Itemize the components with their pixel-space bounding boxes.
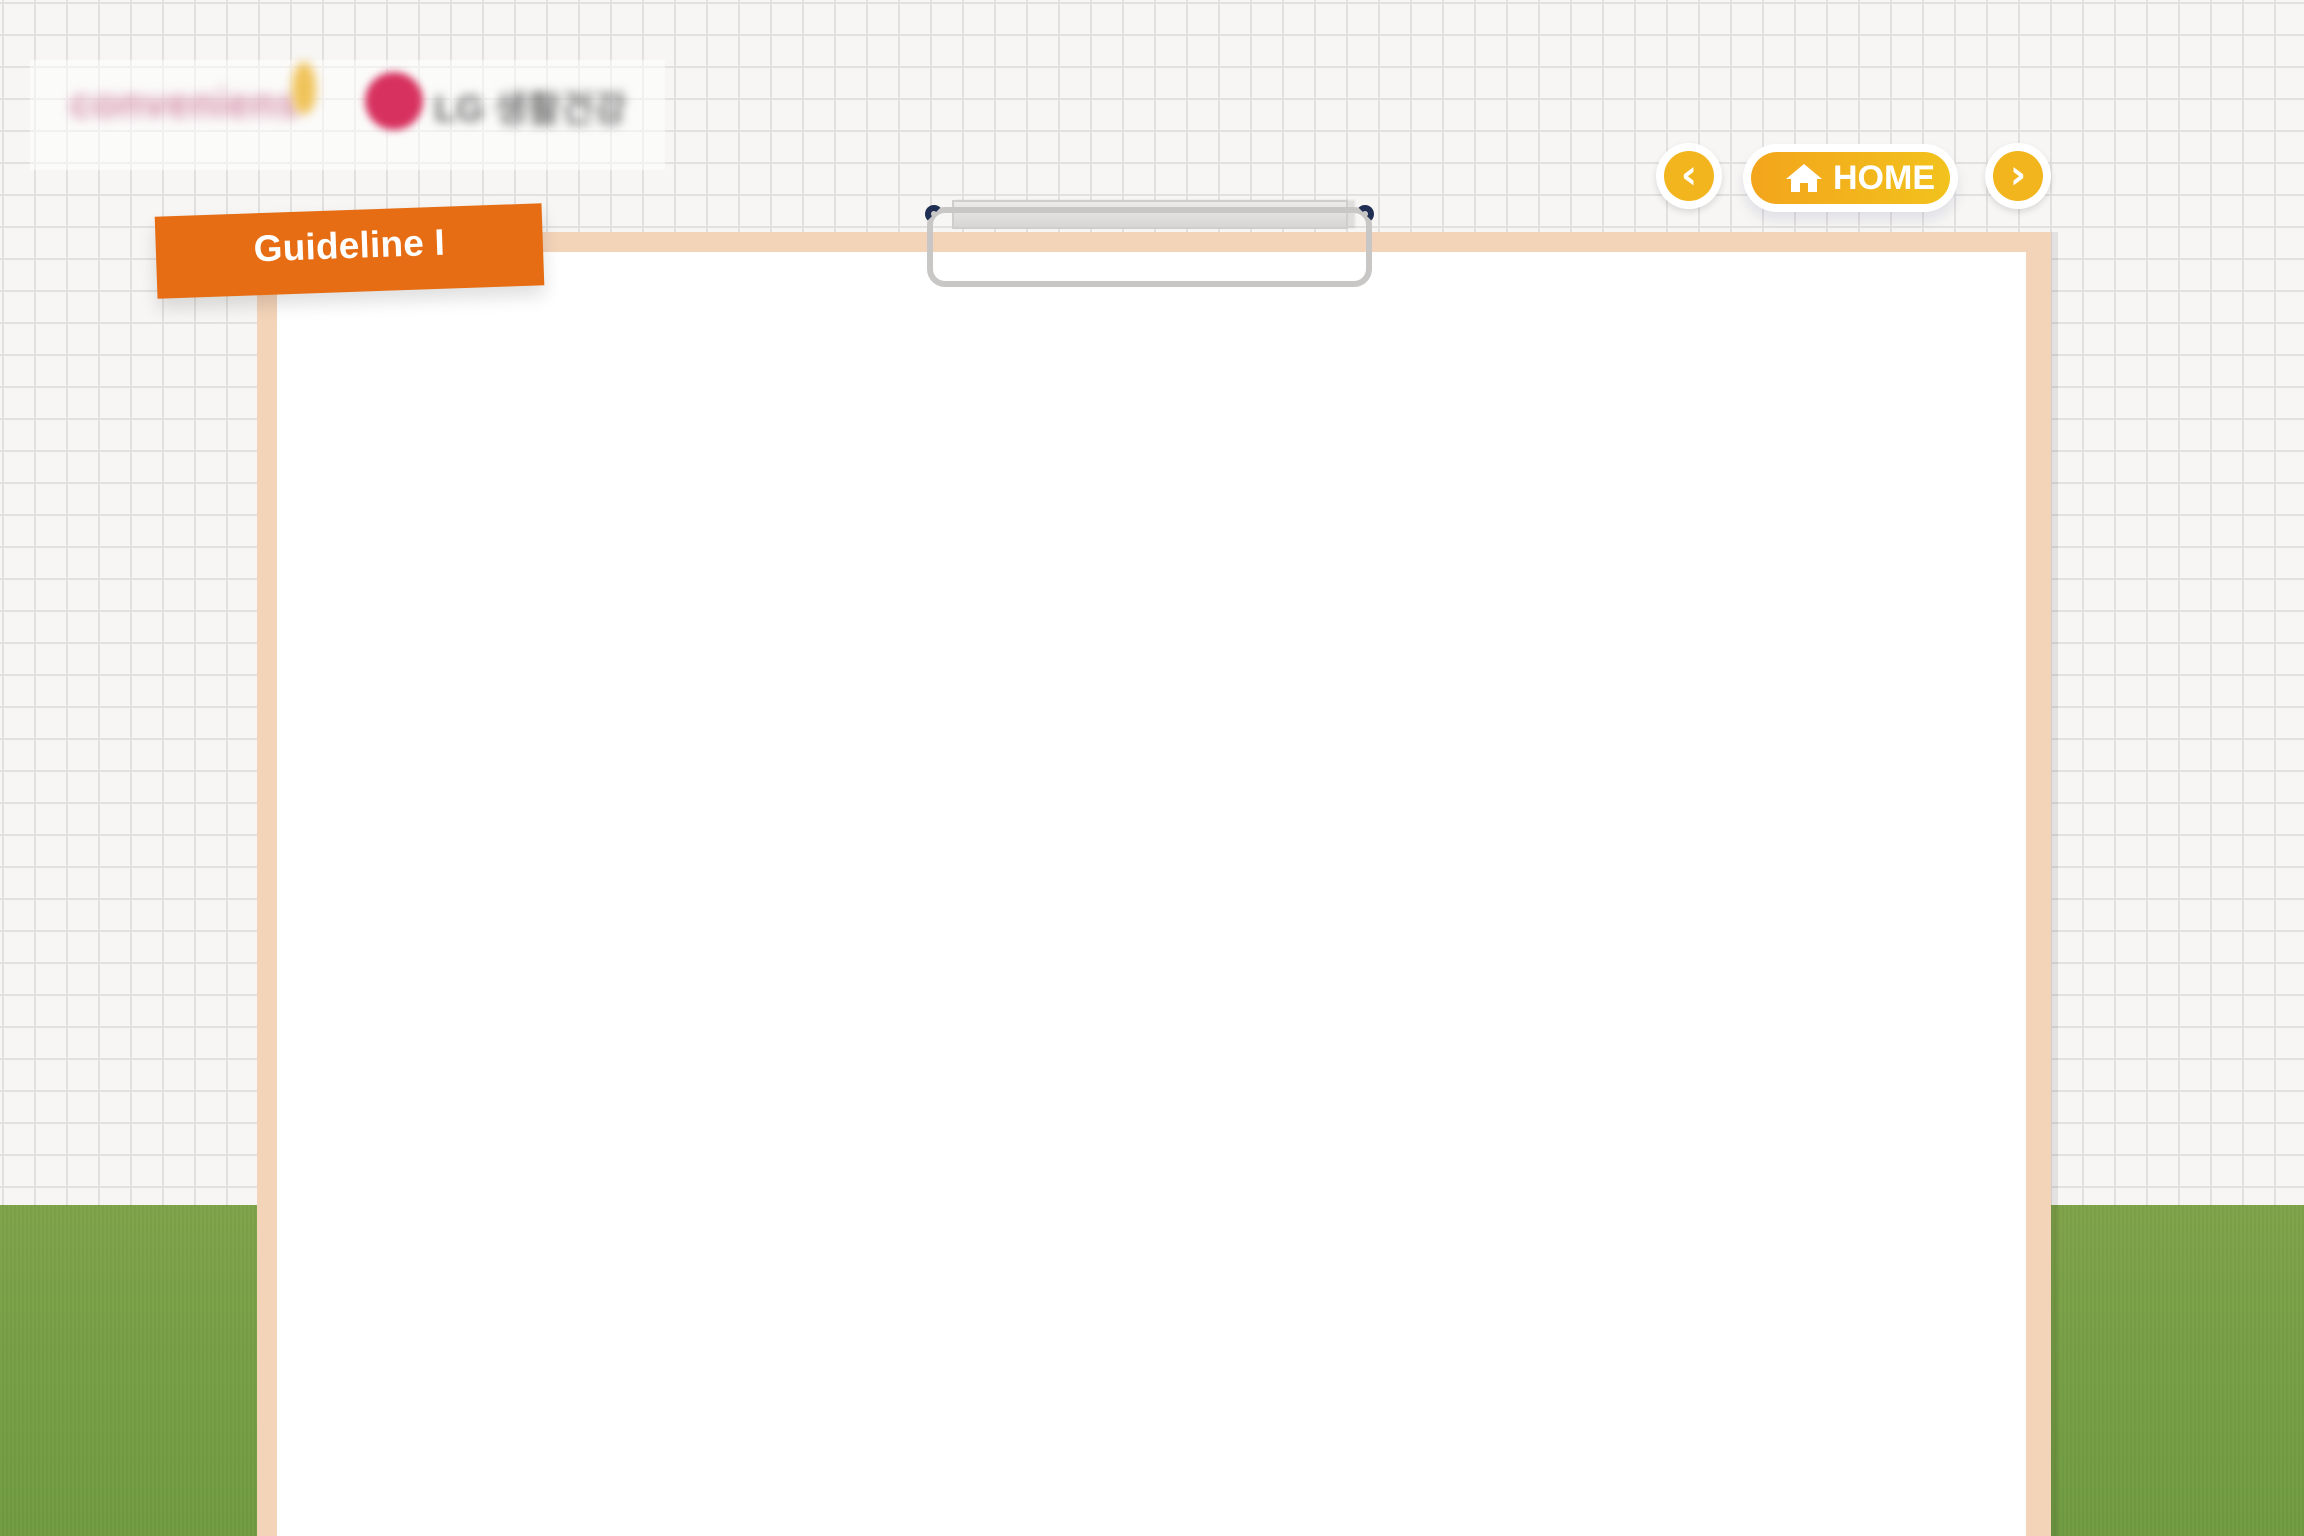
guideline-label: Guideline I (252, 221, 446, 270)
partner-logo: LG 생활건강 (434, 88, 627, 129)
chevron-left-icon: ‹ (1664, 151, 1714, 201)
next-button[interactable]: › (1985, 143, 2051, 209)
previous-button[interactable]: ‹ (1656, 143, 1722, 209)
home-icon (1786, 164, 1822, 192)
clipboard-clip (925, 205, 1374, 287)
page-canvas: conveniens LG 생활건강 Guideline I ‹ HOME › (0, 0, 2304, 1536)
home-label: HOME (1833, 159, 1935, 197)
flame-icon (292, 62, 316, 114)
home-button-body[interactable]: HOME (1751, 152, 1950, 204)
guideline-tag: Guideline I (154, 203, 545, 299)
clipboard-paper (277, 252, 2026, 1536)
partner-logo-mark (365, 72, 423, 130)
home-button[interactable]: HOME (1743, 144, 1958, 212)
chevron-right-icon: › (1993, 151, 2043, 201)
brand-logo: conveniens (70, 82, 301, 126)
